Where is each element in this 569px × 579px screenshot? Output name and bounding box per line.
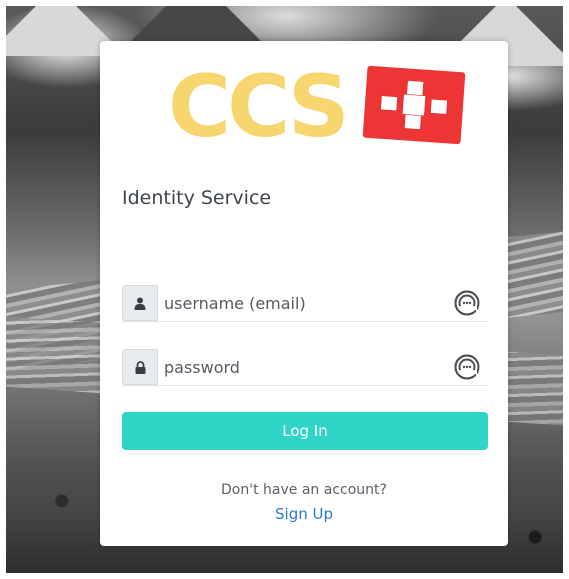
password-manager-icon[interactable] — [454, 354, 480, 380]
swiss-flag-icon — [362, 65, 466, 145]
ccs-logo: CCS — [150, 53, 466, 163]
lock-icon — [122, 349, 158, 385]
username-field-group — [122, 285, 488, 322]
login-button[interactable]: Log In — [122, 412, 488, 450]
user-icon — [122, 285, 158, 321]
page-title: Identity Service — [122, 187, 272, 209]
signup-prompt: Don't have an account? — [221, 482, 387, 498]
signup-link[interactable]: Sign Up — [100, 505, 508, 523]
password-manager-icon[interactable] — [454, 290, 480, 316]
username-input[interactable] — [164, 285, 434, 321]
background-peak — [126, 6, 266, 46]
password-input[interactable] — [164, 349, 434, 385]
login-card: CCS Identity Service username (email) Lo… — [100, 41, 508, 546]
logo-text: CCS — [168, 57, 350, 157]
password-field-group — [122, 349, 488, 386]
